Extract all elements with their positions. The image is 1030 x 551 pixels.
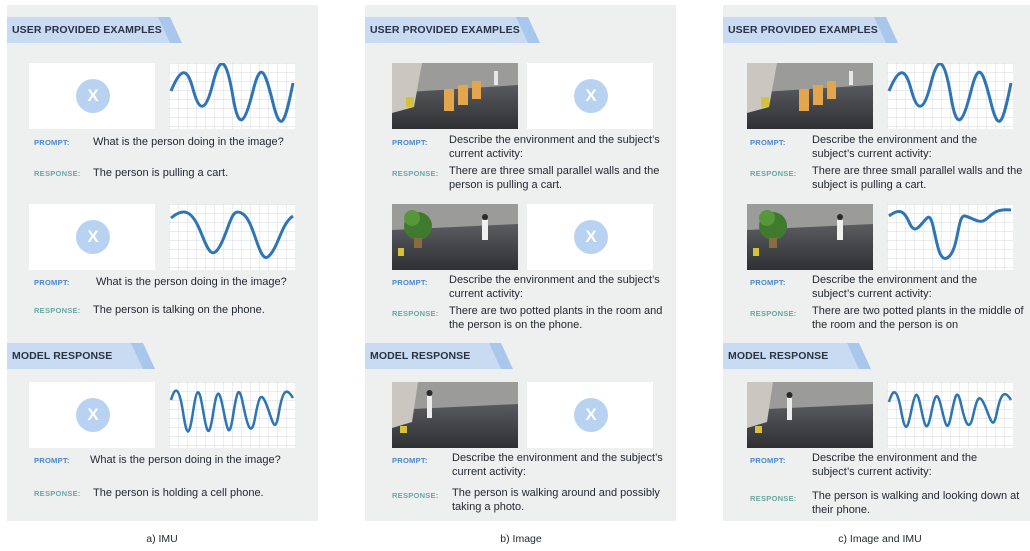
x-circle-icon: X	[574, 79, 608, 113]
prompt-tag: PROMPT:	[392, 456, 428, 465]
response-tag: RESPONSE:	[392, 309, 439, 318]
banner-label: USER PROVIDED EXAMPLES	[370, 24, 520, 36]
banner-label: MODEL RESPONSE	[728, 350, 829, 362]
response-tag: RESPONSE:	[750, 494, 797, 503]
prompt-text: Describe the environment and the subject…	[449, 274, 660, 300]
empty-image-slot: X	[29, 63, 155, 129]
response-tag: RESPONSE:	[34, 489, 81, 498]
response-text: The person is walking around and possibl…	[452, 487, 660, 513]
prompt-text: What is the person doing in the image?	[96, 276, 287, 288]
prompt-tag: PROMPT:	[750, 278, 786, 287]
imu-waveform	[887, 204, 1013, 270]
room-photo-icon	[747, 63, 873, 129]
response-text: There are two potted plants in the middl…	[812, 305, 1024, 331]
prompt-tag: PROMPT:	[34, 138, 70, 147]
imu-waveform	[169, 382, 295, 448]
room-photo-icon	[392, 63, 518, 129]
prompt-tag: PROMPT:	[34, 278, 70, 287]
x-circle-icon: X	[574, 220, 608, 254]
imu-waveform	[887, 63, 1013, 129]
prompt-tag: PROMPT:	[34, 456, 70, 465]
model-response-banner: MODEL RESPONSE	[723, 343, 871, 369]
prompt-text: Describe the environment and the subject…	[812, 452, 978, 478]
empty-image-slot: X	[29, 382, 155, 448]
banner-label: USER PROVIDED EXAMPLES	[728, 24, 878, 36]
user-examples-banner: USER PROVIDED EXAMPLES	[365, 17, 540, 43]
response-text: The person is walking and looking down a…	[812, 490, 1020, 516]
panel-caption: c) Image and IMU	[838, 533, 922, 545]
room-photo-icon	[747, 204, 873, 270]
response-text: There are two potted plants in the room …	[449, 305, 663, 331]
imu-waveform	[169, 63, 295, 129]
banner-label: MODEL RESPONSE	[12, 350, 113, 362]
prompt-text: Describe the environment and the subject…	[452, 452, 663, 478]
panel-image: USER PROVIDED EXAMPLES X PROMPT: Describ…	[365, 5, 676, 521]
prompt-tag: PROMPT:	[392, 278, 428, 287]
imu-waveform	[887, 382, 1013, 448]
response-tag: RESPONSE:	[392, 491, 439, 500]
response-tag: RESPONSE:	[34, 306, 81, 315]
prompt-tag: PROMPT:	[750, 456, 786, 465]
room-photo-icon	[392, 204, 518, 270]
room-photo-icon	[747, 382, 873, 448]
banner-label: USER PROVIDED EXAMPLES	[12, 24, 162, 36]
imu-waveform	[169, 204, 295, 270]
user-examples-banner: USER PROVIDED EXAMPLES	[723, 17, 898, 43]
response-tag: RESPONSE:	[750, 309, 797, 318]
model-response-banner: MODEL RESPONSE	[365, 343, 513, 369]
user-examples-banner: USER PROVIDED EXAMPLES	[7, 17, 182, 43]
x-circle-icon: X	[76, 398, 110, 432]
prompt-tag: PROMPT:	[750, 138, 786, 147]
room-photo-icon	[392, 382, 518, 448]
prompt-text: Describe the environment and the subject…	[812, 274, 978, 300]
empty-imu-slot: X	[527, 382, 653, 448]
x-circle-icon: X	[574, 398, 608, 432]
x-circle-icon: X	[76, 220, 110, 254]
response-text: The person is pulling a cart.	[93, 167, 229, 179]
empty-imu-slot: X	[527, 63, 653, 129]
x-circle-icon: X	[76, 79, 110, 113]
empty-image-slot: X	[29, 204, 155, 270]
panel-imu: USER PROVIDED EXAMPLES X PROMPT: What is…	[7, 5, 318, 521]
empty-imu-slot: X	[527, 204, 653, 270]
prompt-text: Describe the environment and the subject…	[812, 134, 978, 160]
prompt-text: What is the person doing in the image?	[93, 136, 284, 148]
banner-label: MODEL RESPONSE	[370, 350, 471, 362]
response-text: There are three small parallel walls and…	[449, 165, 660, 191]
response-text: The person is talking on the phone.	[93, 304, 265, 316]
prompt-tag: PROMPT:	[392, 138, 428, 147]
prompt-text: Describe the environment and the subject…	[449, 134, 660, 160]
model-response-banner: MODEL RESPONSE	[7, 343, 155, 369]
response-tag: RESPONSE:	[750, 169, 797, 178]
panel-caption: b) Image	[500, 533, 542, 545]
response-tag: RESPONSE:	[392, 169, 439, 178]
response-text: The person is holding a cell phone.	[93, 487, 264, 499]
panel-image-imu: USER PROVIDED EXAMPLES PROMPT: Describe …	[723, 5, 1030, 521]
response-text: There are three small parallel walls and…	[812, 165, 1023, 191]
response-tag: RESPONSE:	[34, 169, 81, 178]
panel-caption: a) IMU	[146, 533, 178, 545]
prompt-text: What is the person doing in the image?	[90, 454, 281, 466]
